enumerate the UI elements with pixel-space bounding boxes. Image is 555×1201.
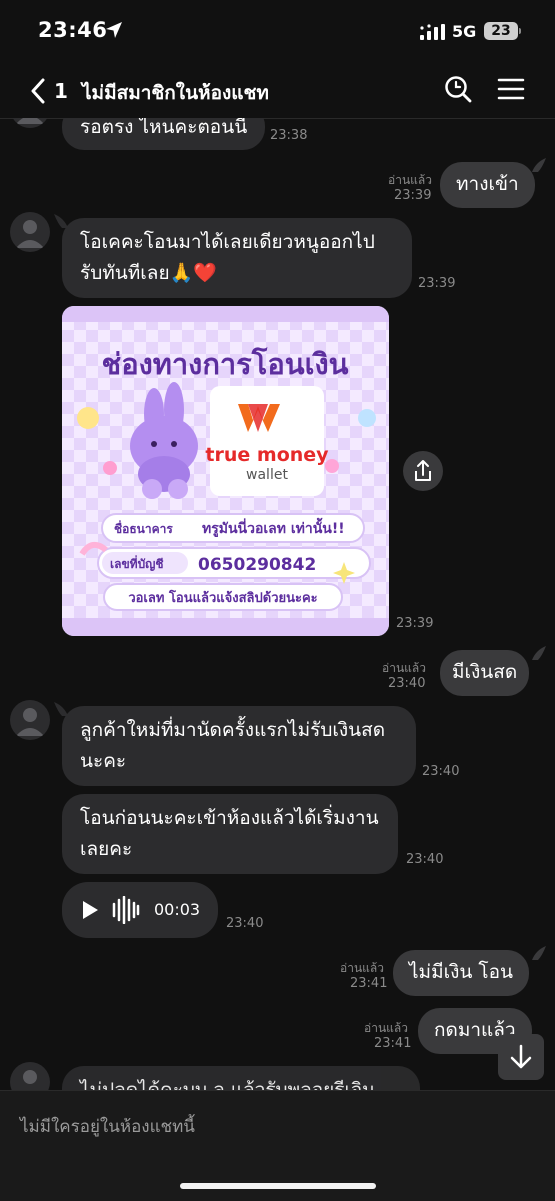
message-time: 23:39 <box>418 276 456 291</box>
message-time: 23:39 <box>396 616 434 631</box>
message-text: ไม่มีเงิน โอน <box>409 961 514 983</box>
incoming-message[interactable]: รอตรง ไหนคะตอนนี้ <box>62 118 266 150</box>
empty-room-notice: ไม่มีใครอยู่ในห้องแชทนี้ <box>20 1117 195 1137</box>
back-button[interactable]: 1 <box>26 76 78 106</box>
location-arrow-icon <box>106 22 122 38</box>
user-silhouette-icon <box>16 220 44 248</box>
message-text-line: ลูกค้าใหม่ที่มานัดครั้งแรกไม่รับเงินสด <box>80 719 386 741</box>
avatar[interactable] <box>10 700 50 740</box>
incoming-message[interactable]: ลูกค้าใหม่ที่มานัดครั้งแรกไม่รับเงินสด น… <box>62 706 416 786</box>
message-text-line: โอนก่อนนะคะเข้าห้องแล้วได้เริ่มงาน <box>80 807 379 829</box>
battery-tip <box>519 28 521 34</box>
message-list[interactable]: รอตรง ไหนคะตอนนี้ 23:38 อ่านแล้ว 23:39 ท… <box>0 118 555 1090</box>
incoming-message[interactable]: ไม่ปลดได้คะบบ ล แล้วรับพลอยรีเจิน <box>62 1066 420 1090</box>
user-silhouette-icon <box>16 118 44 124</box>
read-receipt: อ่านแล้ว <box>340 961 384 975</box>
outgoing-message[interactable]: มีเงินสด <box>440 650 530 696</box>
payment-note: วอเลท โอนแล้วแจ้งสลิปด้วยนะคะ <box>128 589 317 606</box>
account-label: เลขที่บัญชี <box>110 555 164 571</box>
image-title: ช่องทางการโอนเงิน <box>102 346 349 381</box>
read-receipt: อ่านแล้ว <box>382 661 426 675</box>
bubble-tail <box>532 646 546 660</box>
message-time: 23:38 <box>270 128 308 143</box>
bubble-tail <box>532 946 546 960</box>
message-text-line: นะคะ <box>80 750 127 772</box>
battery-icon: 23 <box>484 22 518 40</box>
read-receipt: อ่านแล้ว <box>388 173 432 187</box>
payment-info-image: ช่องทางการโอนเงิน true money wallet ชื่อ… <box>62 306 389 636</box>
message-time: 23:40 <box>226 916 264 931</box>
unread-count: 1 <box>54 79 68 103</box>
message-text-line: โอเคคะโอนมาได้เลยเดียวหนูออกไป <box>80 231 375 253</box>
avatar[interactable] <box>10 1062 50 1090</box>
user-silhouette-icon <box>16 708 44 736</box>
chevron-left-icon <box>31 78 45 104</box>
message-text-line: เลยคะ <box>80 838 133 860</box>
avatar[interactable] <box>10 212 50 252</box>
incoming-message[interactable]: โอเคคะโอนมาได้เลยเดียวหนูออกไป รับทันทีเ… <box>62 218 412 298</box>
read-receipt: อ่านแล้ว <box>364 1021 408 1035</box>
incoming-message[interactable]: โอนก่อนนะคะเข้าห้องแล้วได้เริ่มงาน เลยคะ <box>62 794 398 874</box>
message-time: 23:40 <box>406 852 444 867</box>
message-time: 23:39 <box>394 188 432 203</box>
outgoing-message[interactable]: ทางเข้า <box>440 162 535 208</box>
home-indicator[interactable] <box>180 1183 376 1189</box>
message-text: ทางเข้า <box>456 173 519 195</box>
outgoing-message[interactable]: ไม่มีเงิน โอน <box>393 950 530 996</box>
status-bar: 23:46 5G 23 <box>0 0 555 62</box>
search-icon[interactable] <box>443 74 473 104</box>
signal-icon <box>420 24 445 40</box>
chat-footer: ไม่มีใครอยู่ในห้องแชทนี้ <box>0 1090 555 1201</box>
voice-message[interactable]: 00:03 <box>62 882 218 938</box>
menu-icon[interactable] <box>496 74 526 104</box>
account-number: 0650290842 <box>198 555 316 575</box>
user-silhouette-icon <box>23 1070 37 1084</box>
status-time: 23:46 <box>38 18 108 42</box>
scroll-to-bottom-button[interactable] <box>498 1034 544 1080</box>
play-icon[interactable] <box>80 900 100 920</box>
message-text: ไม่ปลดได้คะบบ ล แล้วรับพลอยรีเจิน <box>80 1079 376 1090</box>
avatar[interactable] <box>10 118 50 128</box>
bank-label: ชื่อธนาคาร <box>114 520 173 536</box>
chat-title: ไม่มีสมาชิกในห้องแชท <box>82 82 269 104</box>
message-time: 23:40 <box>388 676 426 691</box>
message-text-line: รับทันทีเลย🙏❤️ <box>80 262 217 284</box>
message-time: 23:40 <box>422 764 460 779</box>
message-time: 23:41 <box>374 1036 412 1051</box>
chat-header: 1 ไม่มีสมาชิกในห้องแชท <box>0 62 555 119</box>
image-message[interactable]: ช่องทางการโอนเงิน true money wallet ชื่อ… <box>62 306 389 636</box>
arrow-down-icon <box>510 1044 532 1069</box>
network-label: 5G <box>452 22 477 41</box>
message-text: รอตรง ไหนคะตอนนี้ <box>80 118 248 138</box>
bubble-tail <box>532 158 546 172</box>
brand-name: true money <box>205 444 329 466</box>
waveform-icon <box>112 896 140 924</box>
brand-subname: wallet <box>246 467 288 483</box>
message-text: มีเงินสด <box>452 661 518 683</box>
share-button[interactable] <box>403 451 443 491</box>
voice-duration: 00:03 <box>154 900 201 919</box>
message-time: 23:41 <box>350 976 388 991</box>
share-icon <box>415 460 431 481</box>
